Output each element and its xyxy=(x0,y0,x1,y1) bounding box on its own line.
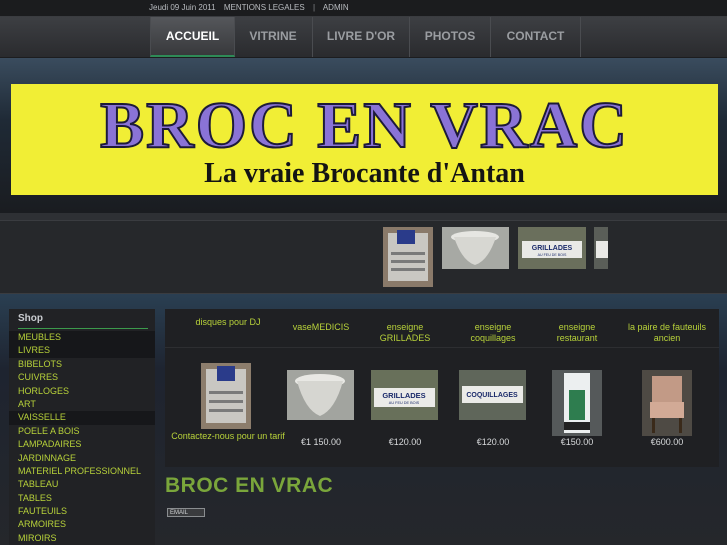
photo-carousel: GRILLADES AU FEU DE BOIS xyxy=(0,220,727,294)
page-title: BROC EN VRAC xyxy=(165,474,334,497)
carousel-thumb-partial[interactable] xyxy=(594,227,608,269)
product-name[interactable]: vaseMEDICIS xyxy=(283,322,359,333)
separator: | xyxy=(312,3,316,12)
legal-link[interactable]: MENTIONS LEGALES xyxy=(224,3,305,12)
main-nav: ACCUEIL VITRINE LIVRE D'OR PHOTOS CONTAC… xyxy=(0,17,727,59)
carousel-thumb-records[interactable] xyxy=(383,227,433,287)
product-price: €1 150.00 xyxy=(300,437,342,447)
shop-item-livres[interactable]: LIVRES xyxy=(9,344,155,358)
product-image[interactable] xyxy=(201,363,251,429)
banner-subtitle: La vraie Brocante d'Antan xyxy=(204,158,525,189)
nav-livre-dor[interactable]: LIVRE D'OR xyxy=(313,17,410,57)
carousel-sign-text: GRILLADES xyxy=(532,245,573,252)
carousel-thumb-grillades[interactable]: GRILLADES AU FEU DE BOIS xyxy=(518,227,586,269)
shop-item-vaisselle[interactable]: VAISSELLE xyxy=(9,411,155,425)
carousel-thumb-vase[interactable] xyxy=(442,227,509,269)
shop-item-art[interactable]: ART xyxy=(9,398,155,411)
shop-divider xyxy=(18,328,148,329)
product-sign-subtext: AU FEU DE BOIS xyxy=(389,401,420,405)
product-card[interactable]: enseigne restaurant €150.00 xyxy=(539,309,615,467)
product-price: €120.00 xyxy=(476,437,510,447)
nav-vitrine[interactable]: VITRINE xyxy=(234,17,313,57)
product-card[interactable]: la paire de fauteuils ancien €600.00 xyxy=(617,309,717,467)
banner-title: BROC EN VRAC xyxy=(99,88,629,163)
site-banner[interactable]: BROC EN VRAC La vraie Brocante d'Antan xyxy=(11,84,718,195)
product-card[interactable]: enseigne coquillages COQUILLAGES €120.00 xyxy=(453,309,533,467)
email-button[interactable]: EMAIL xyxy=(167,508,205,517)
shop-item-lampadaires[interactable]: LAMPADAIRES xyxy=(9,438,155,451)
shop-item-meubles[interactable]: MEUBLES xyxy=(9,331,155,345)
product-name[interactable]: enseigne restaurant xyxy=(539,322,615,344)
product-image[interactable] xyxy=(287,370,354,420)
shop-sidebar: Shop MEUBLES LIVRES BIBELOTS CUIVRES HOR… xyxy=(9,309,155,545)
product-grid: disques pour DJ Contactez-nous pour un t… xyxy=(165,309,719,467)
email-button-label: EMAIL xyxy=(170,510,189,516)
shop-item-tables[interactable]: TABLES xyxy=(9,492,155,505)
product-image[interactable]: COQUILLAGES xyxy=(459,370,526,420)
main-content: disques pour DJ Contactez-nous pour un t… xyxy=(165,309,719,545)
product-name[interactable]: la paire de fauteuils ancien xyxy=(617,322,717,344)
product-card[interactable]: disques pour DJ Contactez-nous pour un t… xyxy=(165,309,291,467)
shop-item-cuivres[interactable]: CUIVRES xyxy=(9,371,155,384)
shop-item-tableau[interactable]: TABLEAU xyxy=(9,478,155,491)
product-price: €120.00 xyxy=(388,437,422,447)
product-image[interactable] xyxy=(642,370,692,436)
current-date: Jeudi 09 Juin 2011 xyxy=(149,3,216,12)
nav-photos[interactable]: PHOTOS xyxy=(410,17,491,57)
shop-heading: Shop xyxy=(18,313,43,324)
shop-item-fauteuils[interactable]: FAUTEUILS xyxy=(9,505,155,518)
shop-item-materiel-professionnel[interactable]: MATERIEL PROFESSIONNEL xyxy=(9,465,155,478)
admin-link[interactable]: ADMIN xyxy=(323,3,349,12)
product-price: €600.00 xyxy=(650,437,684,447)
shop-item-poele-a-bois[interactable]: POELE A BOIS xyxy=(9,425,155,438)
product-name[interactable]: enseigne GRILLADES xyxy=(365,322,445,344)
shop-item-miroirs[interactable]: MIROIRS xyxy=(9,532,155,545)
carousel-sign-subtext: AU FEU DE BOIS xyxy=(538,253,567,257)
shop-item-horloges[interactable]: HORLOGES xyxy=(9,385,155,398)
product-sign-text: GRILLADES xyxy=(382,391,425,400)
top-bar: Jeudi 09 Juin 2011 MENTIONS LEGALES | AD… xyxy=(0,0,727,17)
shop-item-armoires[interactable]: ARMOIRES xyxy=(9,518,155,531)
product-sign-text: COQUILLAGES xyxy=(466,392,518,399)
product-name[interactable]: disques pour DJ xyxy=(165,317,291,328)
product-image[interactable] xyxy=(552,370,602,436)
nav-accueil[interactable]: ACCUEIL xyxy=(150,17,235,57)
shop-item-jardinnage[interactable]: JARDINNAGE xyxy=(9,452,155,465)
shop-item-bibelots[interactable]: BIBELOTS xyxy=(9,358,155,371)
product-card[interactable]: vaseMEDICIS €1 150.00 xyxy=(283,309,359,467)
product-price: €150.00 xyxy=(560,437,594,447)
product-card[interactable]: enseigne GRILLADES GRILLADES AU FEU DE BO… xyxy=(365,309,445,467)
product-name[interactable]: enseigne coquillages xyxy=(453,322,533,344)
product-contact-note[interactable]: Contactez-nous pour un tarif xyxy=(165,430,291,443)
nav-contact[interactable]: CONTACT xyxy=(491,17,581,57)
product-image[interactable]: GRILLADES AU FEU DE BOIS xyxy=(371,370,438,420)
